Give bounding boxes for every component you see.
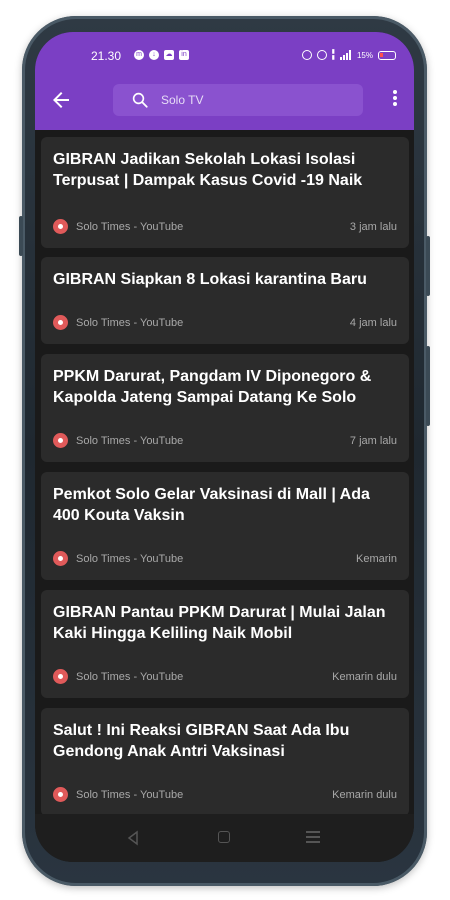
- news-card[interactable]: Pemkot Solo Gelar Vaksinasi di Mall | Ad…: [41, 472, 409, 580]
- news-time: Kemarin: [356, 553, 397, 565]
- battery-percent: 15%: [356, 50, 373, 60]
- nav-recents-icon[interactable]: [306, 831, 320, 843]
- power-button: [426, 236, 430, 296]
- news-time: 3 jam lalu: [349, 221, 397, 233]
- volume-button: [426, 346, 430, 426]
- search-icon: [131, 91, 149, 109]
- notification-icons: m ↓ ☁ in: [134, 50, 189, 60]
- news-title: Pemkot Solo Gelar Vaksinasi di Mall | Ad…: [53, 486, 370, 524]
- news-card[interactable]: PPKM Darurat, Pangdam IV Diponegoro & Ka…: [41, 354, 409, 462]
- battery-icon: [378, 50, 396, 60]
- youtube-icon: [53, 669, 68, 684]
- news-source: Solo Times - YouTube: [76, 671, 184, 683]
- news-source: Solo Times - YouTube: [76, 435, 184, 447]
- news-source: Solo Times - YouTube: [76, 221, 184, 233]
- signal-icon: [339, 50, 352, 60]
- news-time: 4 jam lalu: [349, 317, 397, 329]
- news-source: Solo Times - YouTube: [76, 789, 184, 801]
- toolbar: Solo TV: [35, 76, 414, 124]
- news-time: 7 jam lalu: [349, 435, 397, 447]
- youtube-icon: [53, 787, 68, 802]
- youtube-icon: [53, 433, 68, 448]
- nav-back-icon[interactable]: [125, 830, 141, 846]
- news-time: Kemarin dulu: [332, 789, 397, 801]
- news-title: GIBRAN Siapkan 8 Lokasi karantina Baru: [53, 271, 367, 288]
- news-card[interactable]: GIBRAN Siapkan 8 Lokasi karantina Baru S…: [41, 257, 409, 344]
- download-icon: ↓: [149, 50, 159, 60]
- vibrate-icon: [301, 50, 312, 60]
- news-card[interactable]: Salut ! Ini Reaksi GIBRAN Saat Ada Ibu G…: [41, 708, 409, 816]
- youtube-icon: [53, 551, 68, 566]
- news-card[interactable]: GIBRAN Pantau PPKM Darurat | Mulai Jalan…: [41, 590, 409, 698]
- side-key: [19, 216, 23, 256]
- more-options-icon[interactable]: [390, 88, 400, 112]
- news-source: Solo Times - YouTube: [76, 553, 184, 565]
- network-speed-icon: ▮ ▮: [331, 49, 335, 61]
- youtube-icon: [53, 219, 68, 234]
- news-time: Kemarin dulu: [332, 671, 397, 683]
- news-title: GIBRAN Jadikan Sekolah Lokasi Isolasi Te…: [53, 151, 363, 189]
- youtube-icon: [53, 315, 68, 330]
- screen: 21.30 m ↓ ☁ in ▮ ▮ 15% Solo TV GIBRAN Ja…: [35, 32, 414, 862]
- status-bar: 21.30 m ↓ ☁ in ▮ ▮ 15%: [35, 46, 414, 66]
- back-arrow-icon[interactable]: [49, 88, 73, 112]
- nav-home-icon[interactable]: [218, 831, 230, 843]
- news-title: Salut ! Ini Reaksi GIBRAN Saat Ada Ibu G…: [53, 722, 350, 760]
- search-query: Solo TV: [161, 93, 204, 107]
- news-title: GIBRAN Pantau PPKM Darurat | Mulai Jalan…: [53, 604, 386, 642]
- cloud-icon: ☁: [164, 50, 174, 60]
- system-nav-bar: [35, 814, 414, 862]
- messenger-icon: m: [134, 50, 144, 60]
- news-title: PPKM Darurat, Pangdam IV Diponegoro & Ka…: [53, 368, 372, 406]
- status-time: 21.30: [91, 49, 122, 63]
- search-input[interactable]: Solo TV: [113, 84, 363, 116]
- news-card[interactable]: GIBRAN Jadikan Sekolah Lokasi Isolasi Te…: [41, 137, 409, 248]
- app-bar: 21.30 m ↓ ☁ in ▮ ▮ 15% Solo TV: [35, 32, 414, 130]
- alarm-icon: [316, 50, 327, 60]
- system-icons: ▮ ▮ 15%: [301, 49, 396, 61]
- news-source: Solo Times - YouTube: [76, 317, 184, 329]
- linkedin-icon: in: [179, 50, 189, 60]
